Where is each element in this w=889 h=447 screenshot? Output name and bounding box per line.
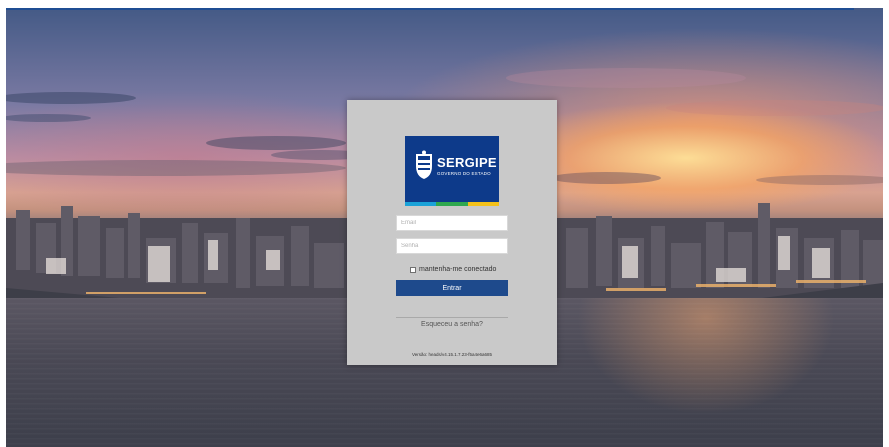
remember-label: mantenha-me conectado xyxy=(419,266,497,273)
stripe-blue xyxy=(405,202,437,206)
state-seal-icon xyxy=(416,150,432,179)
stripe-yellow xyxy=(467,202,499,206)
logo-subtitle: GOVERNO DO ESTADO xyxy=(437,171,491,176)
divider xyxy=(396,317,508,318)
stripe-green xyxy=(436,202,468,206)
version-text: Versão: heads/v4.15.1.7.23-f5a4e6a685 xyxy=(411,352,493,357)
remember-checkbox[interactable] xyxy=(410,266,416,273)
password-field[interactable] xyxy=(396,238,508,254)
login-card: SERGIPE GOVERNO DO ESTADO mantenha-me co… xyxy=(347,100,557,365)
email-field[interactable] xyxy=(396,215,508,231)
forgot-password-link[interactable]: Esqueceu a senha? xyxy=(347,321,557,328)
top-accent-line xyxy=(6,8,854,10)
logo-color-stripe xyxy=(405,202,499,206)
remember-me[interactable]: mantenha-me conectado xyxy=(410,266,496,273)
submit-button[interactable]: Entrar xyxy=(396,280,508,296)
logo-title: SERGIPE xyxy=(437,155,497,170)
sergipe-logo: SERGIPE GOVERNO DO ESTADO xyxy=(405,136,499,206)
